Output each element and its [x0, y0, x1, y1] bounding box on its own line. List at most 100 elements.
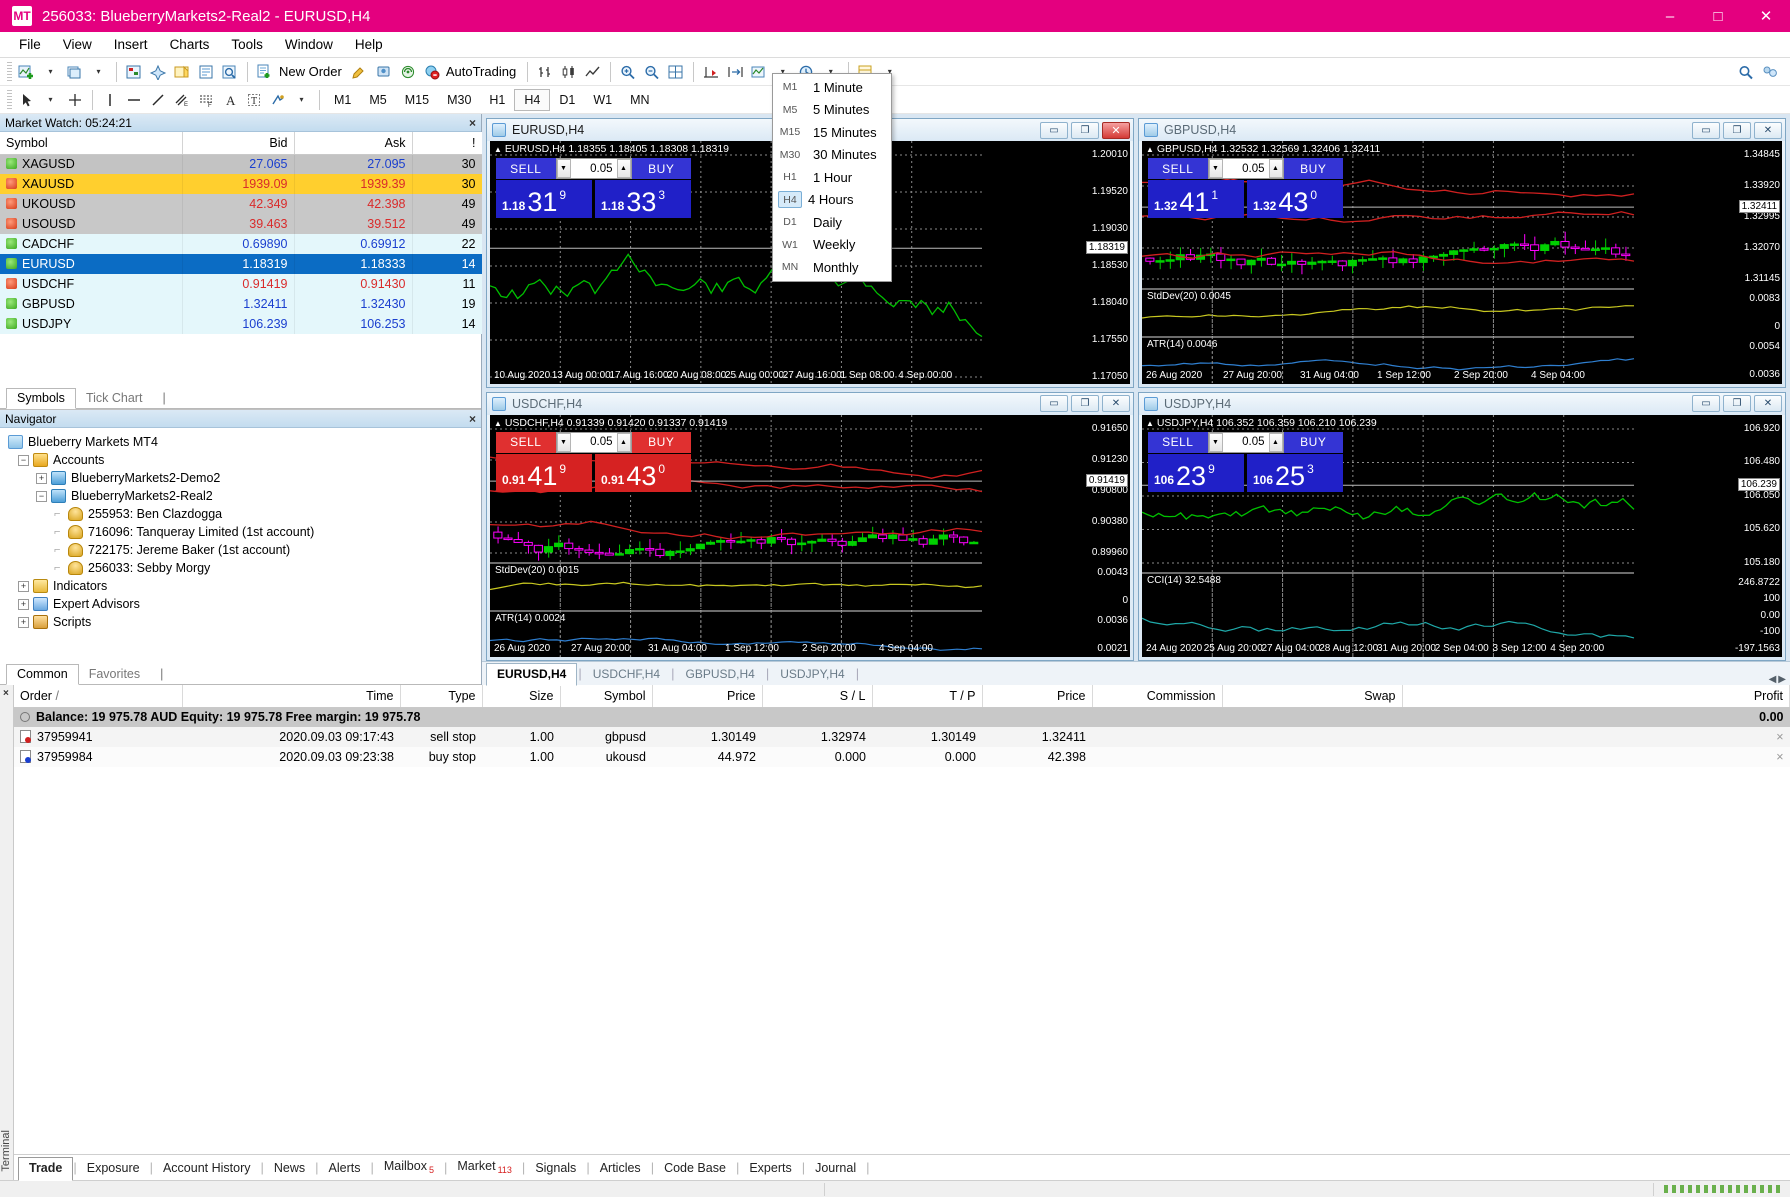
chart-tab-usdjpy[interactable]: USDJPY,H4 [770, 664, 854, 685]
column-header-profit[interactable]: Profit [1402, 685, 1790, 707]
zoom-in-icon[interactable] [616, 60, 640, 84]
terminal-tab-news[interactable]: News [264, 1158, 315, 1180]
market-watch-row[interactable]: USOUSD39.46339.51249 [0, 214, 482, 234]
tree-account-item[interactable]: ⌐ 255953: Ben Clazdogga [4, 505, 481, 523]
volume-decrease-icon[interactable]: ▼ [1209, 159, 1223, 178]
timeframe-menu-item-h4[interactable]: H44 Hours [773, 189, 891, 212]
menu-view[interactable]: View [52, 34, 103, 55]
timeframe-button-m5[interactable]: M5 [360, 89, 395, 111]
tree-node-scripts[interactable]: + Scripts [4, 613, 481, 631]
chart-minimize-button[interactable]: ▭ [1692, 395, 1720, 412]
indicators-icon[interactable] [747, 60, 771, 84]
volume-input[interactable]: ▼0.05▲ [556, 158, 632, 179]
market-watch-row[interactable]: UKOUSD42.34942.39849 [0, 194, 482, 214]
terminal-tab-alerts[interactable]: Alerts [319, 1158, 371, 1180]
timeframe-button-mn[interactable]: MN [621, 89, 658, 111]
line-chart-icon[interactable] [581, 60, 605, 84]
chart-tab-scroll-left-icon[interactable]: ◀ [1769, 674, 1777, 685]
volume-input[interactable]: ▼0.05▲ [1208, 158, 1284, 179]
chart-close-button[interactable]: ✕ [1754, 122, 1782, 139]
timeframe-menu-item-m30[interactable]: M3030 Minutes [773, 144, 891, 167]
buy-button[interactable]: 1.18333 [595, 180, 691, 218]
expander-indicators[interactable]: + [18, 581, 29, 592]
data-window-icon[interactable] [194, 60, 218, 84]
market-watch-row[interactable]: XAGUSD27.06527.09530 [0, 154, 482, 174]
one-click-trading-panel[interactable]: SELL▼0.05▲BUY106239106253 [1148, 432, 1343, 492]
new-chart-dropdown-icon[interactable]: ▾ [39, 60, 63, 84]
cursor-icon[interactable] [15, 88, 39, 112]
terminal-tab-account-history[interactable]: Account History [153, 1158, 261, 1180]
volume-decrease-icon[interactable]: ▼ [1209, 433, 1223, 452]
chart-window-usdchf[interactable]: USDCHF,H4▭❐✕▲ USDCHF,H4 0.91339 0.91420 … [486, 392, 1134, 662]
chart-tab-scroll-right-icon[interactable]: ▶ [1778, 674, 1786, 685]
market-watch-row[interactable]: XAUUSD1939.091939.3930 [0, 174, 482, 194]
timeframe-button-h1[interactable]: H1 [480, 89, 514, 111]
timeframe-button-d1[interactable]: D1 [550, 89, 584, 111]
volume-input[interactable]: ▼0.05▲ [556, 432, 632, 453]
autotrading-label[interactable]: AutoTrading [444, 64, 522, 79]
strategy-tester-icon[interactable] [218, 60, 242, 84]
terminal-tab-code-base[interactable]: Code Base [654, 1158, 736, 1180]
one-click-trading-panel[interactable]: SELL▼0.05▲BUY0.914190.91430 [496, 432, 691, 492]
chart-tab-usdchf[interactable]: USDCHF,H4 [583, 664, 670, 685]
buy-button[interactable]: 0.91430 [595, 454, 691, 492]
time-scale[interactable]: 24 Aug 202025 Aug 20:0027 Aug 04:0028 Au… [1142, 643, 1782, 657]
column-header-commission[interactable]: Commission [1092, 685, 1222, 707]
fibonacci-icon[interactable]: F [194, 88, 218, 112]
timeframe-menu-item-m5[interactable]: M55 Minutes [773, 99, 891, 122]
crosshair-icon[interactable] [63, 88, 87, 112]
market-watch-icon[interactable] [122, 60, 146, 84]
tree-account-item[interactable]: ⌐ 722175: Jereme Baker (1st account) [4, 541, 481, 559]
terminal-tab-experts[interactable]: Experts [739, 1158, 801, 1180]
timeframe-menu-item-mn[interactable]: MNMonthly [773, 256, 891, 279]
tree-node-accounts[interactable]: − Accounts [4, 451, 481, 469]
terminal-tab-articles[interactable]: Articles [590, 1158, 651, 1180]
tree-account-item[interactable]: ⌐ 256033: Sebby Morgy [4, 559, 481, 577]
volume-decrease-icon[interactable]: ▼ [557, 433, 571, 452]
equidistant-channel-icon[interactable]: E [170, 88, 194, 112]
chart-shift-icon[interactable] [699, 60, 723, 84]
column-header-sl[interactable]: S / L [762, 685, 872, 707]
new-order-label[interactable]: New Order [277, 64, 348, 79]
chart-minimize-button[interactable]: ▭ [1040, 395, 1068, 412]
tree-root-terminal[interactable]: Blueberry Markets MT4 [4, 433, 481, 451]
minimize-button[interactable]: – [1646, 0, 1694, 32]
market-watch-close-icon[interactable]: × [469, 116, 476, 130]
terminal-icon[interactable] [170, 60, 194, 84]
navigator-icon[interactable] [146, 60, 170, 84]
new-chart-icon[interactable] [15, 60, 39, 84]
tab-tick-chart[interactable]: Tick Chart [76, 389, 153, 408]
tile-windows-icon[interactable] [664, 60, 688, 84]
column-header-time[interactable]: Time [182, 685, 400, 707]
column-header-size[interactable]: Size [482, 685, 560, 707]
market-watch-row[interactable]: USDCHF0.914190.9143011 [0, 274, 482, 294]
volume-input[interactable]: ▼0.05▲ [1208, 432, 1284, 453]
timeframe-dropdown-menu[interactable]: M11 MinuteM55 MinutesM1515 MinutesM3030 … [772, 73, 892, 282]
volume-increase-icon[interactable]: ▲ [1269, 159, 1283, 178]
column-header-swap[interactable]: Swap [1222, 685, 1402, 707]
line-toolbar-grip[interactable] [7, 90, 12, 110]
timeframe-menu-item-w1[interactable]: W1Weekly [773, 234, 891, 257]
candlestick-chart-icon[interactable] [557, 60, 581, 84]
market-watch-row[interactable]: USDJPY106.239106.25314 [0, 314, 482, 334]
navigator-close-icon[interactable]: × [469, 412, 476, 426]
tree-node-server-demo2[interactable]: + BlueberryMarkets2-Demo2 [4, 469, 481, 487]
table-row[interactable]: 379599412020.09.03 09:17:43sell stop1.00… [14, 727, 1790, 747]
sell-button[interactable]: 1.18319 [496, 180, 592, 218]
menu-window[interactable]: Window [274, 34, 344, 55]
signals-icon[interactable] [396, 60, 420, 84]
mql5-community-icon[interactable] [372, 60, 396, 84]
expander-expert-advisors[interactable]: + [18, 599, 29, 610]
close-button[interactable]: ✕ [1742, 0, 1790, 32]
column-header-symbol[interactable]: Symbol [0, 132, 182, 154]
chart-minimize-button[interactable]: ▭ [1040, 122, 1068, 139]
terminal-tab-journal[interactable]: Journal [805, 1158, 866, 1180]
horizontal-line-icon[interactable] [122, 88, 146, 112]
market-watch-row[interactable]: GBPUSD1.324111.3243019 [0, 294, 482, 314]
chart-tab-eurusd[interactable]: EURUSD,H4 [486, 663, 577, 686]
timeframe-menu-item-m1[interactable]: M11 Minute [773, 76, 891, 99]
sell-button[interactable]: 1.32411 [1148, 180, 1244, 218]
expander-scripts[interactable]: + [18, 617, 29, 628]
order-close-icon[interactable]: × [1402, 747, 1790, 767]
chart-minimize-button[interactable]: ▭ [1692, 122, 1720, 139]
